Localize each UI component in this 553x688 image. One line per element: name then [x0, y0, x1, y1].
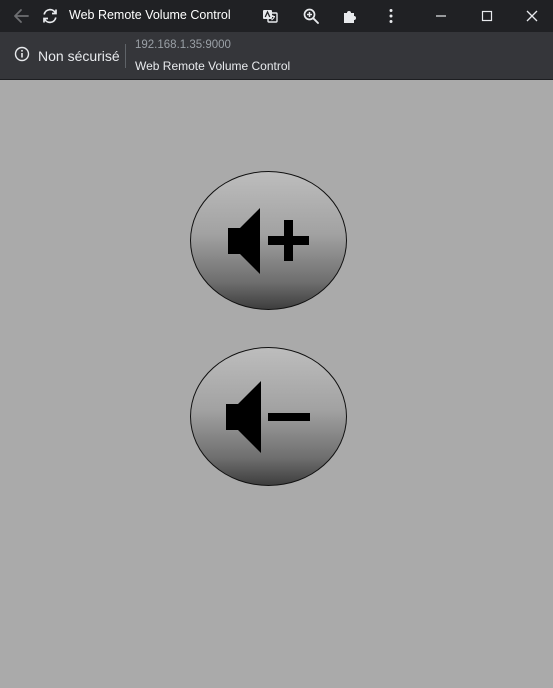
- security-indicator[interactable]: Non sécurisé: [14, 46, 120, 66]
- maximize-icon[interactable]: [476, 5, 498, 27]
- info-icon: [14, 46, 30, 67]
- minimize-icon[interactable]: [430, 5, 452, 27]
- page-title: Web Remote Volume Control: [135, 59, 291, 73]
- more-icon[interactable]: [380, 5, 402, 27]
- address-info-bar: Non sécurisé 192.168.1.35:9000 Web Remot…: [0, 32, 553, 80]
- volume-up-button[interactable]: [190, 171, 347, 310]
- volume-up-icon: [227, 207, 309, 274]
- reload-icon[interactable]: [39, 5, 61, 27]
- url-text: 192.168.1.35:9000: [135, 39, 231, 51]
- back-arrow-icon[interactable]: [10, 5, 32, 27]
- volume-down-icon: [225, 380, 310, 453]
- extensions-icon[interactable]: [339, 5, 361, 27]
- close-icon[interactable]: [521, 5, 543, 27]
- translate-icon[interactable]: [259, 5, 281, 27]
- title-bar: Web Remote Volume Control: [0, 0, 553, 32]
- divider: [125, 44, 126, 68]
- volume-down-button[interactable]: [190, 347, 347, 486]
- page-content: [0, 80, 553, 688]
- window-title: Web Remote Volume Control: [69, 8, 231, 22]
- security-label: Non sécurisé: [38, 48, 120, 64]
- zoom-icon[interactable]: [300, 5, 322, 27]
